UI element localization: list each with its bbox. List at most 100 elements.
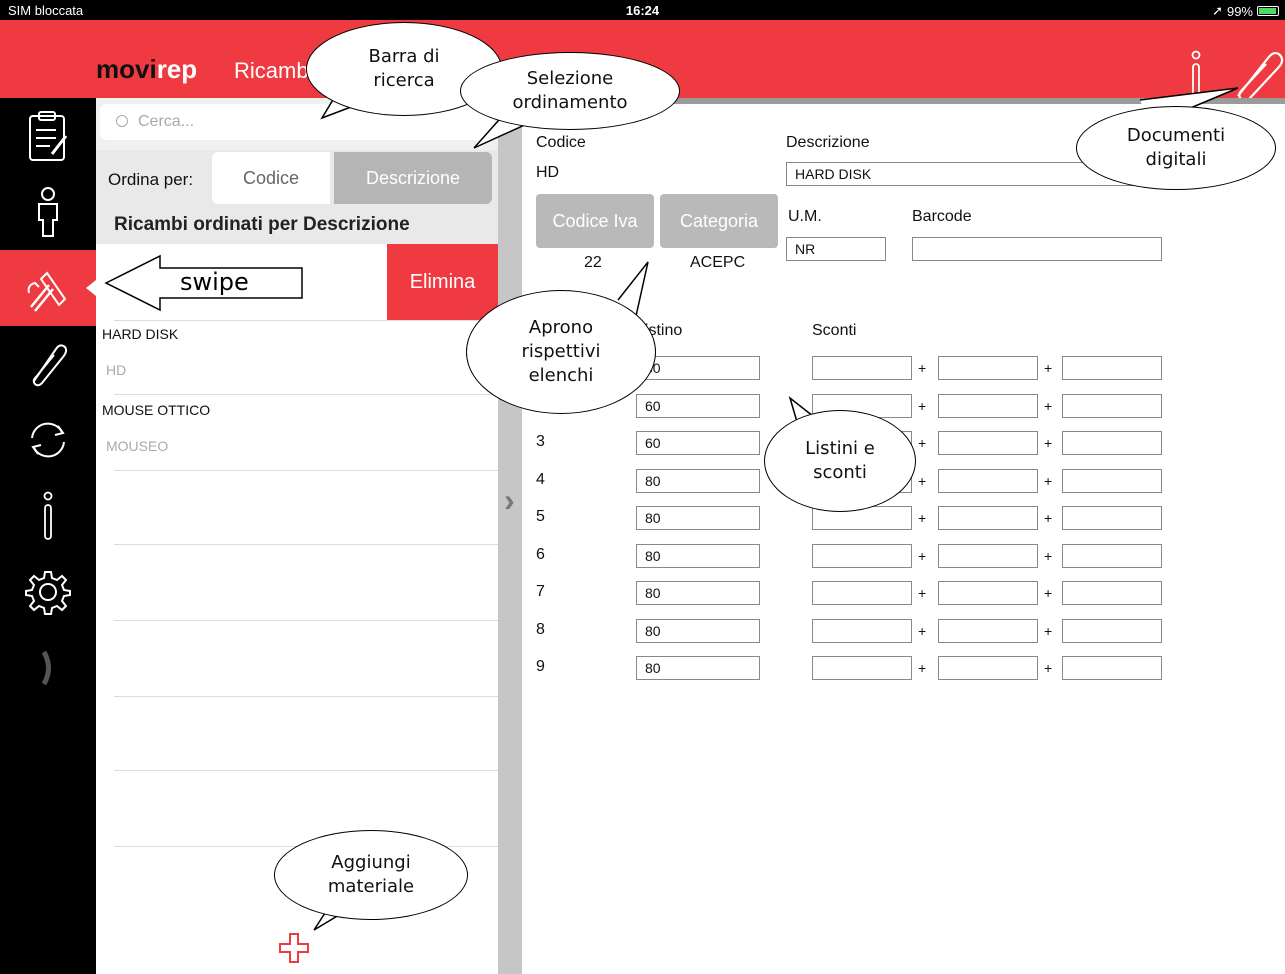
discount-field-1[interactable] — [812, 544, 912, 568]
item-name: HARD DISK — [102, 326, 179, 342]
plus-sign: + — [918, 548, 927, 564]
discount-field-1[interactable] — [812, 356, 912, 380]
vat-value: 22 — [584, 254, 602, 271]
sync-icon — [31, 422, 65, 458]
description-label: Descrizione — [786, 134, 870, 151]
plus-sign: + — [1044, 510, 1053, 526]
discount-field-2[interactable] — [938, 619, 1038, 643]
orders-nav-button[interactable] — [0, 98, 96, 174]
swiped-list-item[interactable]: swipe Elimina — [96, 244, 498, 320]
sync-nav-button[interactable] — [0, 402, 96, 478]
person-icon — [38, 187, 58, 237]
parts-nav-button[interactable] — [0, 250, 96, 326]
info-nav-button[interactable] — [0, 478, 96, 554]
discount-field-3[interactable] — [1062, 431, 1162, 455]
pricelist-price-field[interactable]: 80 — [636, 656, 760, 680]
settings-nav-button[interactable] — [0, 554, 96, 630]
battery-icon — [1257, 6, 1279, 16]
code-value: HD — [536, 164, 560, 181]
part-detail-panel: Codice HD Descrizione HARD DISK Codice I… — [522, 104, 1285, 974]
pricelist-price-field[interactable]: 60 — [636, 431, 760, 455]
clipboard-icon — [29, 111, 68, 161]
discount-field-3[interactable] — [1062, 656, 1162, 680]
pricelist-number: 3 — [536, 433, 545, 450]
paperclip-icon[interactable] — [1228, 46, 1284, 106]
app-screen: SIM bloccata 16:24 ➚ 99% movirep Ricambi — [0, 0, 1285, 974]
item-name: MOUSE OTTICO — [102, 402, 211, 418]
page-title: Ricambi — [234, 58, 314, 83]
discounts-label: Sconti — [812, 322, 857, 339]
pricelist-price-field[interactable]: 80 — [636, 469, 760, 493]
info-icon[interactable] — [1188, 50, 1204, 100]
pricelist-price-field[interactable]: 60 — [636, 394, 760, 418]
plus-sign: + — [1044, 585, 1053, 601]
pricelist-number: 6 — [536, 546, 545, 563]
discount-field-3[interactable] — [1062, 394, 1162, 418]
plus-sign: + — [918, 360, 927, 376]
plus-sign: + — [1044, 660, 1053, 676]
list-separator — [114, 320, 498, 321]
discount-field-3[interactable] — [1062, 506, 1162, 530]
item-code: MOUSEO — [106, 438, 169, 454]
category-button[interactable]: Categoria — [660, 194, 778, 248]
discount-field-1[interactable] — [812, 619, 912, 643]
status-bar: SIM bloccata 16:24 ➚ 99% — [0, 0, 1285, 20]
pricelist-number: 4 — [536, 471, 545, 488]
add-material-button[interactable] — [278, 932, 310, 964]
discount-field-2[interactable] — [938, 581, 1038, 605]
battery-indicator: ➚ 99% — [1212, 3, 1279, 19]
discount-field-1[interactable] — [812, 656, 912, 680]
vat-code-button[interactable]: Codice Iva — [536, 194, 654, 248]
brand-logo: movirep — [96, 54, 198, 84]
discount-field-2[interactable] — [938, 544, 1038, 568]
plus-sign: + — [918, 585, 927, 601]
unit-field[interactable]: NR — [786, 237, 886, 261]
delete-button[interactable]: Elimina — [387, 244, 498, 320]
discount-field-2[interactable] — [938, 356, 1038, 380]
callout-add-material: Aggiungi materiale — [274, 830, 468, 920]
pricelist-price-field[interactable]: 80 — [636, 544, 760, 568]
sort-by-description-button[interactable]: Descrizione — [334, 152, 492, 204]
list-separator — [114, 470, 498, 471]
list-separator — [114, 696, 498, 697]
list-item[interactable]: MOUSE OTTICO MOUSEO — [96, 402, 498, 454]
barcode-field[interactable] — [912, 237, 1162, 261]
plus-sign: + — [1044, 548, 1053, 564]
customers-nav-button[interactable] — [0, 174, 96, 250]
plus-sign: + — [1044, 473, 1053, 489]
discount-field-3[interactable] — [1062, 581, 1162, 605]
callout-digital-docs: Documenti digitali — [1076, 106, 1276, 190]
discount-field-3[interactable] — [1062, 544, 1162, 568]
side-nav — [0, 98, 96, 974]
sort-by-code-button[interactable]: Codice — [212, 152, 330, 204]
pricelist-price-field[interactable]: 80 — [636, 619, 760, 643]
search-icon — [116, 115, 128, 127]
plus-sign: + — [1044, 623, 1053, 639]
attachments-nav-button[interactable] — [0, 326, 96, 402]
discount-field-2[interactable] — [938, 431, 1038, 455]
unit-label: U.M. — [788, 208, 822, 225]
pricelist-price-field[interactable]: 80 — [636, 581, 760, 605]
discount-field-3[interactable] — [1062, 619, 1162, 643]
clock-text: 16:24 — [625, 3, 660, 18]
pricelist-number: 7 — [536, 583, 545, 600]
plus-sign: + — [918, 660, 927, 676]
discount-field-3[interactable] — [1062, 469, 1162, 493]
list-item[interactable]: HARD DISK HD — [96, 326, 498, 378]
chevron-right-icon: › — [504, 482, 515, 518]
discount-field-3[interactable] — [1062, 356, 1162, 380]
barcode-label: Barcode — [912, 208, 972, 225]
discount-field-2[interactable] — [938, 469, 1038, 493]
discount-field-2[interactable] — [938, 656, 1038, 680]
plus-sign: + — [1044, 398, 1053, 414]
expand-nav-button[interactable] — [0, 630, 96, 706]
chevron-right-icon — [41, 650, 51, 686]
info-icon — [43, 491, 53, 540]
pricelist-price-field[interactable]: 80 — [636, 506, 760, 530]
tools-icon — [27, 271, 67, 312]
discount-field-2[interactable] — [938, 506, 1038, 530]
split-divider[interactable]: › — [498, 98, 522, 974]
sort-label: Ordina per: — [108, 170, 194, 189]
discount-field-2[interactable] — [938, 394, 1038, 418]
discount-field-1[interactable] — [812, 581, 912, 605]
